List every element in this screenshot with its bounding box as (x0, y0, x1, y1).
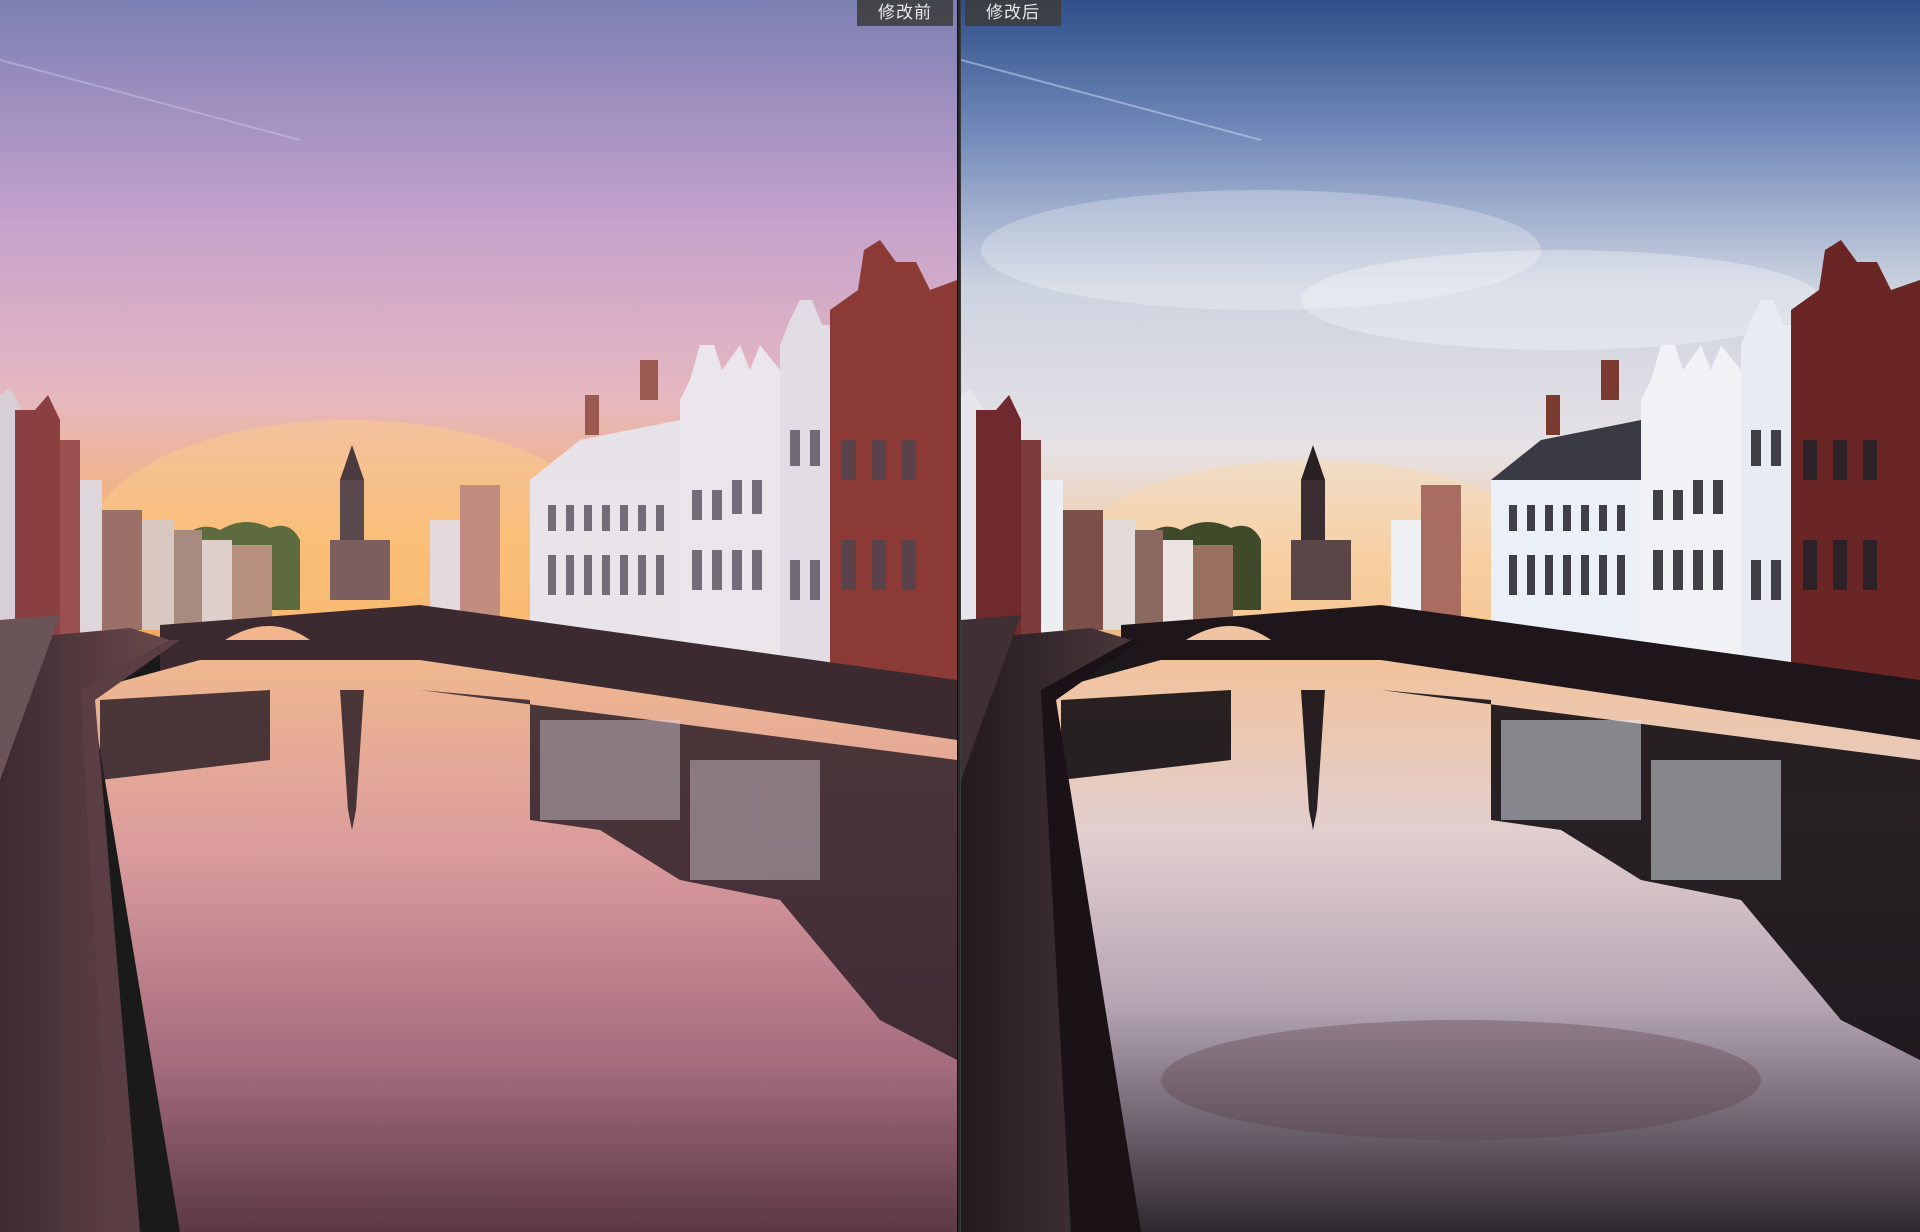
before-photo (0, 0, 957, 1232)
before-image-pane[interactable] (0, 0, 957, 1232)
after-label: 修改后 (965, 0, 1061, 26)
after-photo (961, 0, 1920, 1232)
before-after-viewer: 修改前 修改后 (0, 0, 1920, 1232)
before-label: 修改前 (857, 0, 953, 26)
after-image-pane[interactable] (961, 0, 1920, 1232)
